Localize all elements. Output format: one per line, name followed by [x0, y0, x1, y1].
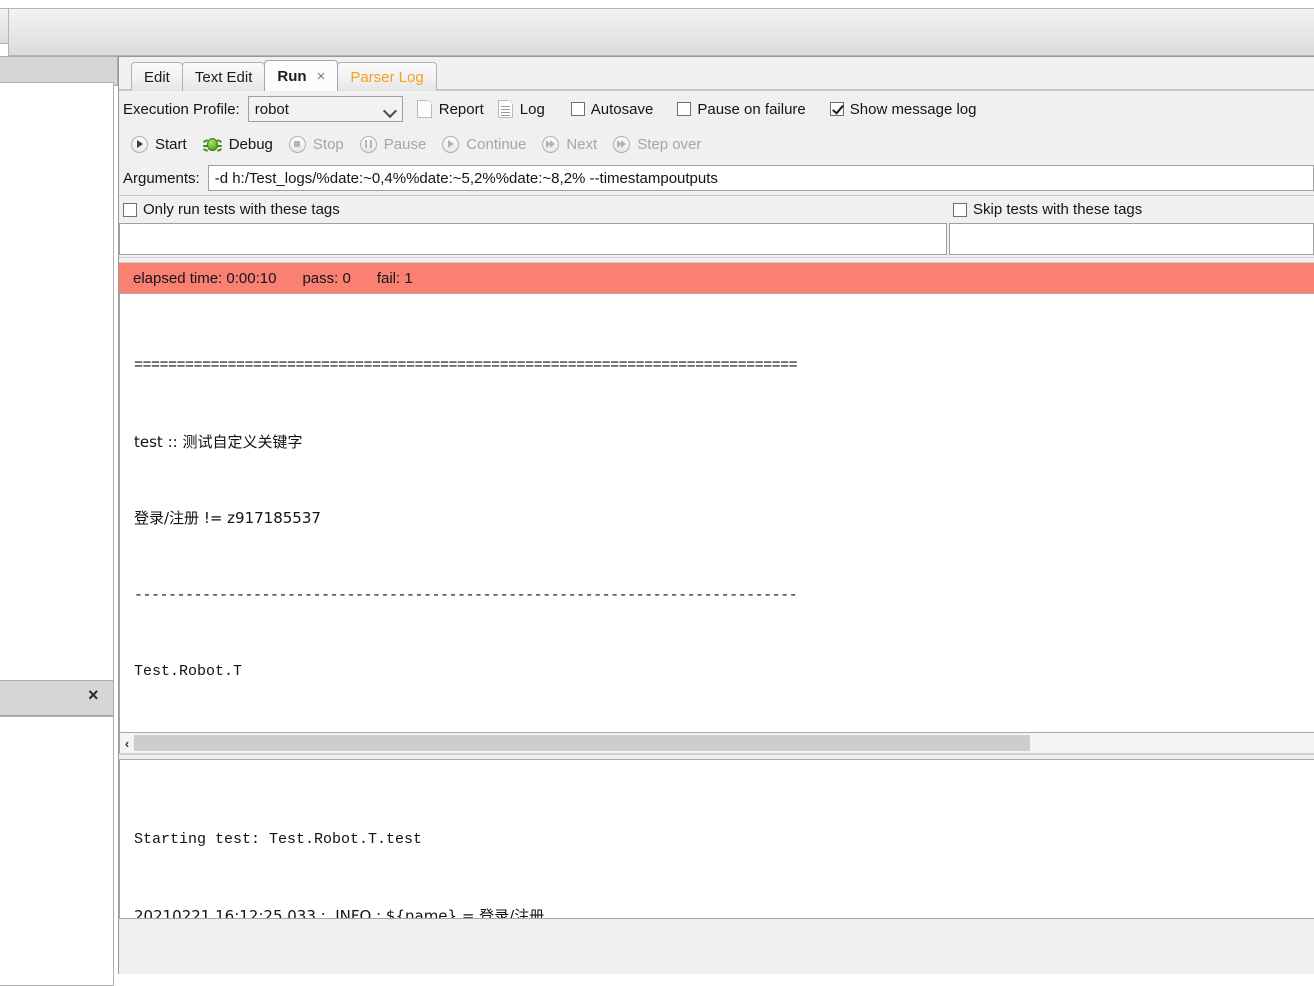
arguments-value: -d h:/Test_logs/%date:~0,4%%date:~5,2%%d…: [214, 169, 718, 187]
ride-run-panel: Edit Text Edit Run × Parser Log Executio…: [118, 56, 1314, 974]
execution-profile-label: Execution Profile:: [123, 100, 240, 118]
tab-label: Run: [277, 67, 307, 85]
stop-label: Stop: [312, 135, 344, 153]
fail-count-text: fail: 1: [376, 269, 413, 287]
continue-label: Continue: [466, 135, 527, 153]
pass-count-text: pass: 0: [302, 269, 351, 287]
include-tags-checkbox[interactable]: Only run tests with these tags: [119, 196, 949, 223]
tab-edit[interactable]: Edit: [131, 62, 183, 91]
execution-profile-select[interactable]: robot: [247, 96, 403, 122]
debug-label: Debug: [228, 135, 273, 153]
lined-document-icon: [497, 100, 513, 118]
scrollbar-thumb[interactable]: [134, 735, 1030, 751]
exclude-tags-checkbox[interactable]: Skip tests with these tags: [949, 196, 1314, 223]
tab-label: Parser Log: [350, 68, 424, 86]
play-circle-icon: [131, 135, 148, 153]
execution-profile-value: robot: [254, 100, 289, 118]
step-over-circle-icon: [613, 135, 631, 153]
document-icon: [416, 100, 432, 118]
console-horizontal-scrollbar[interactable]: ‹: [119, 733, 1314, 753]
pause-label: Pause: [383, 135, 427, 153]
chevron-down-icon: [384, 106, 396, 113]
start-label: Start: [155, 135, 187, 153]
console-line: ========================================…: [134, 357, 798, 374]
next-label: Next: [566, 135, 598, 153]
exclude-tags-input[interactable]: [949, 223, 1314, 255]
autosave-label: Autosave: [590, 100, 654, 118]
arguments-label: Arguments:: [123, 169, 200, 187]
exclude-tags-label: Skip tests with these tags: [973, 201, 1143, 218]
bug-icon: [202, 136, 222, 153]
stop-circle-icon: [288, 135, 306, 153]
tag-inputs-row: [119, 223, 1314, 257]
log-button[interactable]: Log: [497, 100, 545, 118]
tab-parser-log[interactable]: Parser Log: [337, 62, 437, 91]
start-button[interactable]: Start: [131, 135, 187, 153]
tab-run[interactable]: Run ×: [264, 60, 339, 91]
console-line: Test.Robot.T: [134, 663, 243, 680]
stop-button[interactable]: Stop: [288, 135, 344, 153]
report-label: Report: [438, 100, 484, 118]
include-tags-input[interactable]: [119, 223, 947, 255]
message-log-splitter[interactable]: Starting test: Test.Robot.T.test 2021022…: [119, 753, 1314, 919]
tab-close-icon[interactable]: ×: [317, 69, 326, 84]
checkbox-box[interactable]: [829, 102, 844, 116]
tab-label: Text Edit: [194, 68, 253, 86]
background-window-toolbar-top: [8, 8, 1314, 56]
show-message-log-checkbox[interactable]: Show message log: [826, 101, 977, 118]
include-tags-label: Only run tests with these tags: [143, 201, 340, 218]
show-message-log-label: Show message log: [849, 100, 977, 118]
console-output[interactable]: ========================================…: [119, 293, 1314, 733]
report-button[interactable]: Report: [416, 100, 484, 118]
checkbox-box[interactable]: [123, 202, 137, 217]
message-log-line: Starting test: Test.Robot.T.test: [134, 831, 423, 848]
checkbox-box[interactable]: [677, 102, 692, 116]
tab-text-edit[interactable]: Text Edit: [181, 62, 266, 91]
step-over-label: Step over: [637, 135, 702, 153]
notebook-tab-strip: Edit Text Edit Run × Parser Log: [119, 57, 1314, 91]
message-log[interactable]: Starting test: Test.Robot.T.test 2021022…: [119, 759, 1314, 919]
debug-button[interactable]: Debug: [202, 135, 273, 153]
step-over-button[interactable]: Step over: [613, 135, 702, 153]
next-button[interactable]: Next: [542, 135, 598, 153]
run-status-bar: elapsed time: 0:00:10 pass: 0 fail: 1: [119, 263, 1314, 293]
tag-filters-row: Only run tests with these tags Skip test…: [119, 195, 1314, 223]
checkbox-box[interactable]: [953, 202, 967, 217]
console-line: test :: 测试自定义关键字: [134, 432, 303, 451]
run-controls-row: Start Debug Stop Pause Continue Next Ste…: [119, 127, 1314, 161]
scroll-left-icon[interactable]: ‹: [120, 737, 134, 750]
arguments-row: Arguments: -d h:/Test_logs/%date:~0,4%%d…: [119, 161, 1314, 195]
message-log-line: 20210221 16:12:25.033 : INFO : ${name} =…: [134, 906, 545, 919]
pause-circle-icon: [359, 135, 377, 153]
execution-toolbar-row: Execution Profile: robot Report Log Auto…: [119, 91, 1314, 127]
console-line: ----------------------------------------…: [134, 586, 798, 604]
console-line: 登录/注册 != z917185537: [134, 509, 321, 527]
pause-on-failure-checkbox[interactable]: Pause on failure: [673, 100, 806, 118]
background-window-body-lower: [0, 716, 114, 986]
play-circle-icon: [442, 135, 460, 153]
next-circle-icon: [542, 135, 560, 153]
checkbox-box[interactable]: [570, 102, 585, 116]
autosave-checkbox[interactable]: Autosave: [567, 100, 654, 118]
log-label: Log: [519, 100, 545, 118]
pause-on-failure-label: Pause on failure: [697, 100, 806, 118]
tab-label: Edit: [144, 68, 170, 86]
arguments-input[interactable]: -d h:/Test_logs/%date:~0,4%%date:~5,2%%d…: [207, 165, 1314, 191]
pause-button[interactable]: Pause: [359, 135, 427, 153]
continue-button[interactable]: Continue: [442, 135, 527, 153]
background-panel-close-icon[interactable]: ×: [88, 686, 99, 704]
background-window-body-upper: [0, 82, 114, 682]
elapsed-time-text: elapsed time: 0:00:10: [133, 269, 277, 287]
